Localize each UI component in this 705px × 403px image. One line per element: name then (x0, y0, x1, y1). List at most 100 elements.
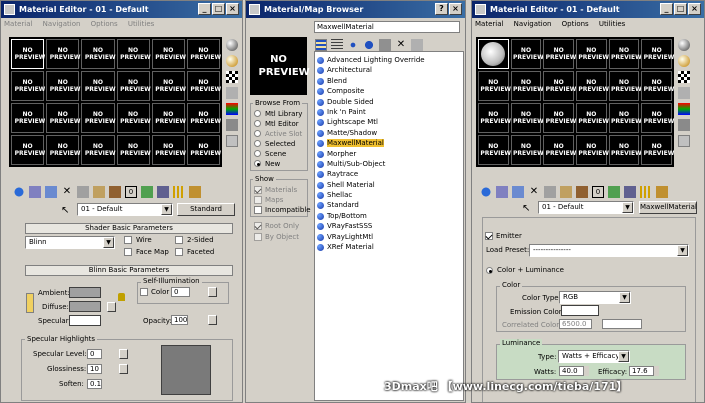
lock-ambient-diffuse-button[interactable] (26, 293, 34, 313)
show-end-result-icon[interactable] (157, 186, 169, 198)
material-type-item[interactable]: VRayLightMtl (315, 232, 463, 242)
sample-uv-tiling-icon[interactable] (678, 87, 690, 99)
blinn-basic-parameters-rollout[interactable]: Blinn Basic Parameters (25, 265, 233, 276)
glossiness-spinner[interactable]: 10 (87, 364, 107, 374)
sample-slot[interactable]: NO PREVIEW (575, 39, 609, 69)
browse-option-radio[interactable] (254, 130, 261, 137)
make-unique-icon[interactable] (560, 186, 572, 198)
material-type-item[interactable]: Standard (315, 200, 463, 210)
go-forward-to-sibling-icon[interactable] (189, 186, 201, 198)
sample-slot[interactable]: NO PREVIEW (11, 71, 45, 101)
luminance-type-dropdown[interactable]: Watts + Efficacy ▼ (558, 350, 630, 363)
sample-type-sphere-icon[interactable] (678, 39, 690, 51)
material-type-item[interactable]: Lightscape Mtl (315, 117, 463, 127)
view-list-icons-icon[interactable] (331, 39, 343, 51)
material-type-item[interactable]: MaxwellMaterial (315, 138, 463, 148)
self-illum-color-spinner[interactable]: 0 (171, 287, 195, 297)
diffuse-map-button[interactable] (107, 302, 116, 312)
sample-slot[interactable]: NO PREVIEW (641, 71, 674, 101)
go-to-parent-icon[interactable] (640, 186, 652, 198)
browse-option-radio[interactable] (254, 160, 261, 167)
material-type-item[interactable]: Ink 'n Paint (315, 107, 463, 117)
sample-uv-tiling-icon[interactable] (226, 87, 238, 99)
sample-slot[interactable]: NO PREVIEW (186, 135, 221, 165)
color-luminance-radio[interactable] (486, 267, 493, 274)
make-preview-icon[interactable] (226, 119, 238, 131)
shader-basic-parameters-rollout[interactable]: Shader Basic Parameters (25, 223, 233, 234)
minimize-button[interactable]: _ (198, 3, 211, 15)
close-button[interactable]: × (688, 3, 701, 15)
view-list-icon[interactable] (315, 39, 327, 51)
sample-slot[interactable]: NO PREVIEW (46, 39, 80, 69)
show-map-in-viewport-icon[interactable] (608, 186, 620, 198)
material-type-item[interactable]: Matte/Shadow (315, 128, 463, 138)
sample-slot[interactable]: NO PREVIEW (46, 103, 80, 133)
menu-navigation[interactable]: Navigation (514, 18, 552, 31)
reset-map-icon[interactable]: ✕ (528, 186, 540, 198)
sample-slot[interactable]: NO PREVIEW (510, 103, 544, 133)
browse-option[interactable]: Scene (254, 149, 306, 159)
sample-slot[interactable]: NO PREVIEW (608, 71, 642, 101)
sample-slot[interactable]: NO PREVIEW (186, 103, 221, 133)
glossiness-map-button[interactable] (119, 364, 128, 374)
options-icon[interactable] (226, 135, 238, 147)
browser-name-field[interactable]: MaxwellMaterial (314, 21, 460, 33)
sample-slot[interactable]: NO PREVIEW (116, 135, 151, 165)
browse-option[interactable]: New (254, 159, 306, 169)
specular-level-map-button[interactable] (119, 349, 128, 359)
clear-material-library-icon[interactable] (411, 39, 423, 51)
material-type-item[interactable]: Blend (315, 76, 463, 86)
sample-slot[interactable]: NO PREVIEW (81, 103, 116, 133)
menu-material[interactable]: Material (4, 18, 32, 31)
material-name-field[interactable]: 01 - Default ▼ (77, 203, 173, 216)
two-sided-checkbox[interactable] (175, 236, 183, 244)
options-icon[interactable] (678, 135, 690, 147)
sample-slot[interactable]: NO PREVIEW (11, 135, 45, 165)
material-type-item[interactable]: Shell Material (315, 180, 463, 190)
color-type-dropdown[interactable]: RGB ▼ (559, 291, 631, 304)
ambient-color-swatch[interactable] (69, 287, 101, 298)
menu-material[interactable]: Material (475, 18, 503, 31)
update-scene-materials-icon[interactable] (379, 39, 391, 51)
material-type-item[interactable]: Architectural (315, 65, 463, 75)
get-material-icon[interactable] (13, 186, 25, 198)
material-type-item[interactable]: Morpher (315, 149, 463, 159)
help-button[interactable]: ? (435, 3, 448, 15)
assign-to-selection-icon[interactable] (45, 186, 57, 198)
sample-slot[interactable]: NO PREVIEW (151, 39, 186, 69)
browse-option[interactable]: Mtl Library (254, 109, 306, 119)
emission-color-swatch[interactable] (561, 305, 599, 316)
reset-map-icon[interactable]: ✕ (61, 186, 73, 198)
diffuse-color-swatch[interactable] (69, 301, 101, 312)
sample-slot[interactable]: NO PREVIEW (641, 39, 674, 69)
material-type-item[interactable]: Composite (315, 86, 463, 96)
correlated-color-spinner[interactable]: 6500.0 (559, 319, 597, 329)
minimize-button[interactable]: _ (660, 3, 673, 15)
view-large-icons-icon[interactable] (363, 39, 375, 51)
material-effects-channel-icon[interactable]: 0 (592, 186, 604, 198)
make-copy-icon[interactable] (77, 186, 89, 198)
sample-slot[interactable]: NO PREVIEW (116, 103, 151, 133)
delete-from-library-icon[interactable]: ✕ (395, 39, 407, 51)
make-preview-icon[interactable] (678, 119, 690, 131)
by-object-checkbox[interactable] (254, 233, 262, 241)
menu-navigation[interactable]: Navigation (43, 18, 81, 31)
sample-slot[interactable]: NO PREVIEW (116, 39, 151, 69)
self-illum-color-checkbox[interactable] (140, 288, 148, 296)
browser-titlebar[interactable]: Material/Map Browser ? × (246, 1, 465, 18)
sample-slot[interactable]: NO PREVIEW (81, 135, 116, 165)
material-type-item[interactable]: Multi/Sub-Object (315, 159, 463, 169)
sample-slot[interactable]: NO PREVIEW (186, 39, 221, 69)
sample-slot[interactable]: NO PREVIEW (608, 103, 642, 133)
faceted-checkbox[interactable] (175, 248, 183, 256)
sample-slot[interactable]: NO PREVIEW (510, 39, 544, 69)
material-type-item[interactable]: VRayFastSSS (315, 221, 463, 231)
browse-option-radio[interactable] (254, 110, 261, 117)
browse-option[interactable]: Mtl Editor (254, 119, 306, 129)
sample-slot[interactable]: NO PREVIEW (116, 71, 151, 101)
show-option[interactable]: Incompatible (254, 205, 311, 215)
put-to-scene-icon[interactable] (496, 186, 508, 198)
right-editor-titlebar[interactable]: Material Editor - 01 - Default _ □ × (472, 1, 704, 18)
sample-slot[interactable]: NO PREVIEW (46, 71, 80, 101)
efficacy-spinner[interactable]: 17.6 (629, 366, 659, 376)
